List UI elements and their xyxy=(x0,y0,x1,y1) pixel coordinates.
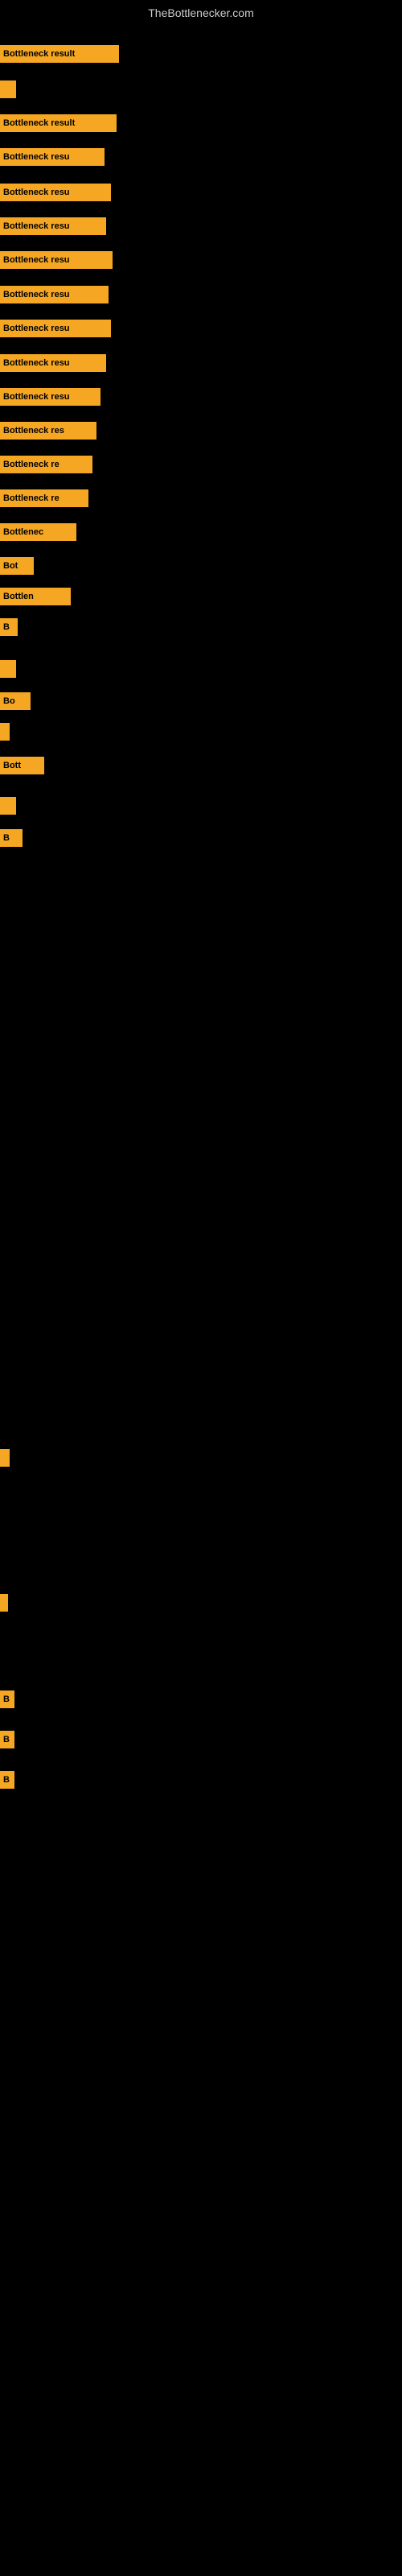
bottleneck-result-bar: Bottleneck resu xyxy=(0,148,105,166)
bottleneck-result-bar xyxy=(0,723,10,741)
bottleneck-result-bar: B xyxy=(0,829,23,847)
bottleneck-result-bar: Bottleneck resu xyxy=(0,217,106,235)
bottleneck-result-bar: Bottleneck resu xyxy=(0,286,109,303)
bottleneck-result-bar xyxy=(0,1594,8,1612)
bottleneck-result-bar: Bottlen xyxy=(0,588,71,605)
bottleneck-result-bar xyxy=(0,1449,10,1467)
bottleneck-result-bar: Bottleneck re xyxy=(0,456,92,473)
bottleneck-result-bar: B xyxy=(0,1690,14,1708)
bottleneck-result-bar: B xyxy=(0,1771,14,1789)
bottleneck-result-bar: Bottleneck resu xyxy=(0,184,111,201)
bottleneck-result-bar: Bott xyxy=(0,757,44,774)
bottleneck-result-bar: Bottleneck result xyxy=(0,45,119,63)
bottleneck-result-bar: B xyxy=(0,1731,14,1748)
bottleneck-result-bar: Bottleneck resu xyxy=(0,354,106,372)
bottleneck-result-bar: B xyxy=(0,618,18,636)
bottleneck-result-bar xyxy=(0,797,16,815)
bottleneck-result-bar: Bottleneck result xyxy=(0,114,117,132)
bottleneck-result-bar xyxy=(0,80,16,98)
bottleneck-result-bar: Bottleneck resu xyxy=(0,251,113,269)
bottleneck-result-bar: Bot xyxy=(0,557,34,575)
bottleneck-result-bar: Bottleneck res xyxy=(0,422,96,440)
bottleneck-result-bar: Bo xyxy=(0,692,31,710)
bottleneck-result-bar: Bottleneck resu xyxy=(0,388,100,406)
bottleneck-result-bar: Bottleneck re xyxy=(0,489,88,507)
bottleneck-result-bar: Bottlenec xyxy=(0,523,76,541)
bottleneck-result-bar xyxy=(0,660,16,678)
bottleneck-result-bar: Bottleneck resu xyxy=(0,320,111,337)
site-title: TheBottlenecker.com xyxy=(0,0,402,23)
